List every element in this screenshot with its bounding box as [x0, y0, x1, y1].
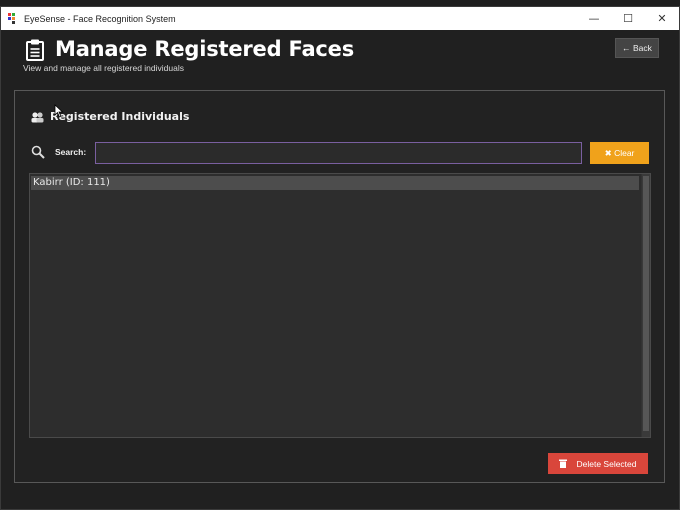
scroll-thumb[interactable]: [643, 176, 649, 431]
minimize-button[interactable]: —: [577, 7, 611, 30]
eyesense-logo-icon: [8, 13, 18, 24]
delete-button-label: Delete Selected: [576, 458, 637, 469]
close-button[interactable]: ✕: [645, 7, 679, 30]
magnifier-icon: [31, 145, 45, 159]
search-input[interactable]: [95, 142, 582, 164]
window-controls: — ☐ ✕: [577, 7, 679, 30]
title-bar[interactable]: EyeSense - Face Recognition System — ☐ ✕: [1, 7, 679, 30]
list-item[interactable]: Kabirr (ID: 111): [31, 176, 639, 190]
search-label: Search:: [55, 147, 87, 157]
list-scrollbar[interactable]: [641, 174, 650, 437]
page-title: Manage Registered Faces: [55, 37, 355, 61]
section-title: Registered Individuals: [50, 110, 190, 123]
registered-individuals-panel: Registered Individuals Search: ✖ Clear K…: [14, 90, 665, 483]
maximize-button[interactable]: ☐: [611, 7, 645, 30]
people-icon: [31, 111, 44, 122]
back-button[interactable]: ← Back: [615, 38, 659, 58]
page-subtitle: View and manage all registered individua…: [23, 63, 184, 73]
trash-icon: [559, 459, 568, 468]
clipboard-icon: [26, 39, 44, 61]
mouse-cursor-icon: [54, 104, 64, 118]
window-title: EyeSense - Face Recognition System: [24, 13, 176, 24]
delete-selected-button[interactable]: Delete Selected: [548, 453, 648, 474]
registered-list[interactable]: Kabirr (ID: 111): [29, 173, 651, 438]
clear-button[interactable]: ✖ Clear: [590, 142, 649, 164]
